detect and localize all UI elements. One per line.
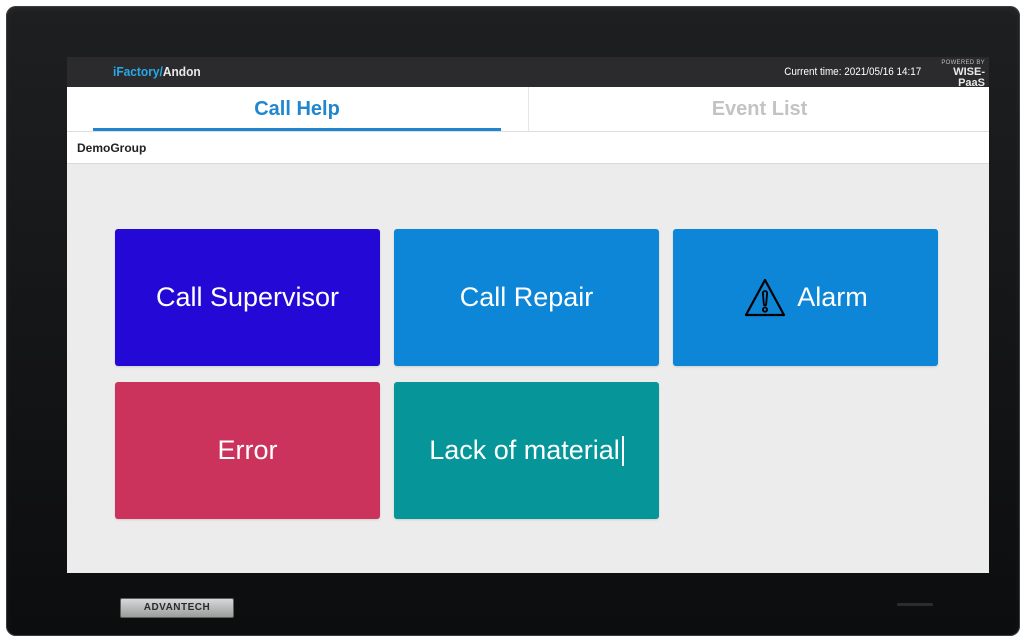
active-tab-indicator bbox=[93, 128, 501, 131]
call-supervisor-label: Call Supervisor bbox=[155, 282, 340, 312]
powered-by-badge: POWERED BY WISE-PaaS bbox=[927, 60, 985, 89]
tab-call-help-label: Call Help bbox=[254, 98, 340, 120]
text-cursor bbox=[621, 435, 624, 466]
alarm-button[interactable]: Alarm bbox=[673, 229, 938, 366]
top-bar: iFactory/Andon Current time: 2021/05/16 … bbox=[67, 57, 989, 89]
power-led bbox=[897, 603, 933, 606]
warning-triangle-icon bbox=[743, 276, 787, 320]
lack-of-material-label: Lack of material bbox=[429, 435, 620, 465]
call-repair-button[interactable]: Call Repair bbox=[394, 229, 659, 366]
current-time: Current time: 2021/05/16 14:17 bbox=[783, 66, 921, 78]
group-header: DemoGroup bbox=[67, 132, 989, 164]
brand-andon: Andon bbox=[162, 64, 201, 79]
app-screen: iFactory/Andon Current time: 2021/05/16 … bbox=[67, 57, 989, 573]
lack-of-material-button[interactable]: Lack of material bbox=[394, 382, 659, 519]
tab-call-help[interactable]: Call Help bbox=[93, 87, 501, 131]
error-button[interactable]: Error bbox=[115, 382, 380, 519]
app-brand: iFactory/Andon bbox=[113, 64, 201, 79]
tab-event-list[interactable]: Event List bbox=[528, 87, 989, 131]
call-supervisor-button[interactable]: Call Supervisor bbox=[115, 229, 380, 366]
tab-event-list-label: Event List bbox=[711, 98, 808, 120]
error-label: Error bbox=[217, 435, 278, 465]
brand-ifactory: iFactory/ bbox=[113, 64, 163, 79]
platform-name: WISE-PaaS bbox=[953, 66, 985, 89]
group-name: DemoGroup bbox=[77, 141, 147, 155]
tab-bar: Call Help Event List bbox=[67, 87, 989, 132]
alarm-label: Alarm bbox=[797, 282, 868, 312]
call-repair-label: Call Repair bbox=[459, 282, 594, 312]
advantech-logo: ADVANTECH bbox=[120, 598, 234, 618]
